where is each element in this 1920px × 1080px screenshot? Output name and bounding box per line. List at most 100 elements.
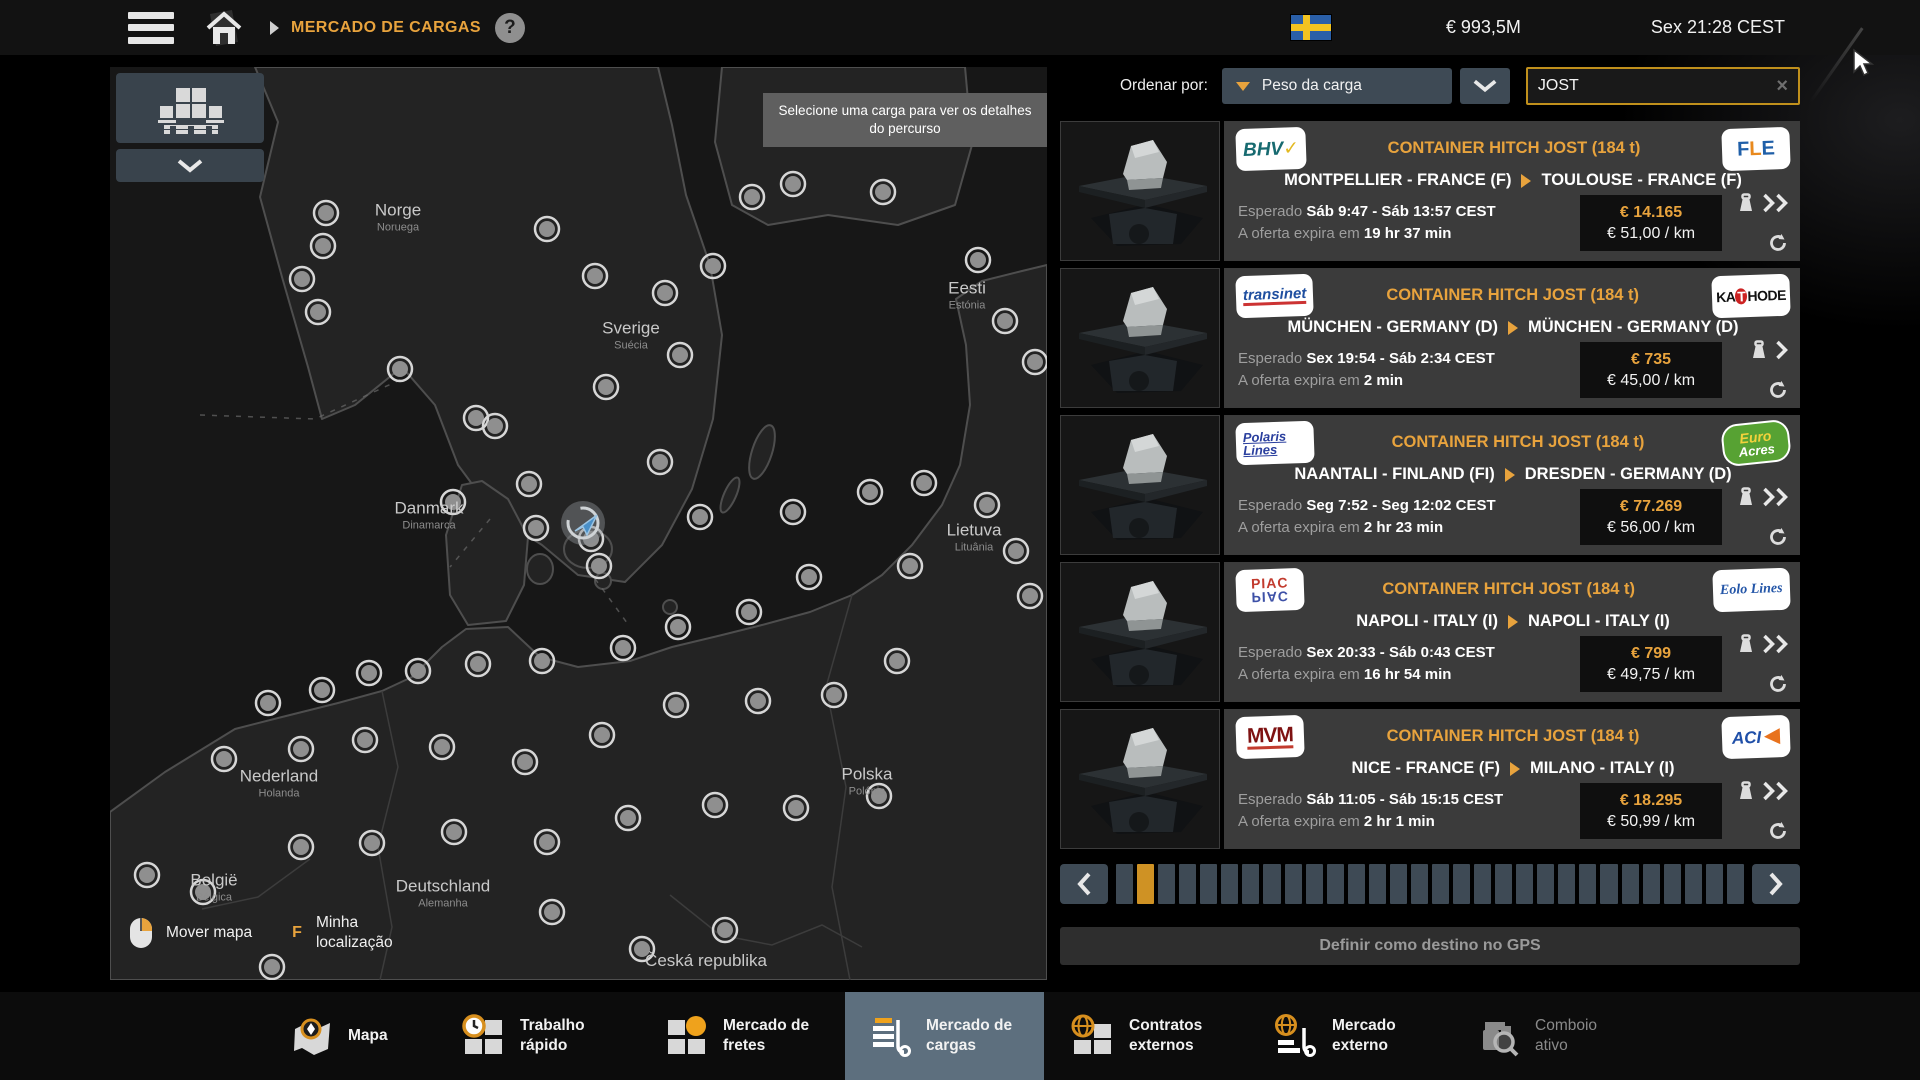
page-tile[interactable] xyxy=(1306,864,1323,904)
chevron-left-icon xyxy=(1075,871,1093,897)
cargo-panel: Ordenar por: Peso da carga × BHV✓ CONTAI… xyxy=(1060,67,1800,965)
page-tile[interactable] xyxy=(1242,864,1259,904)
game-screen: MERCADO DE CARGAS ? € 993,5M Sex 21:28 C… xyxy=(0,0,1920,1080)
search-input[interactable] xyxy=(1538,77,1776,95)
heavy-cargo-icon xyxy=(1749,340,1769,360)
page-tile[interactable] xyxy=(1348,864,1365,904)
page-tile[interactable] xyxy=(1369,864,1386,904)
page-tile[interactable] xyxy=(1116,864,1133,904)
my-location-label: Minha localização xyxy=(316,913,426,952)
page-tile[interactable] xyxy=(1685,864,1702,904)
mouse-cursor xyxy=(1852,48,1876,78)
nav-item-external-contracts[interactable]: Contratos externos xyxy=(1048,992,1247,1080)
client-logo: EuroAcres xyxy=(1722,420,1790,464)
trailer-filter-button[interactable] xyxy=(116,73,264,143)
page-tile[interactable] xyxy=(1411,864,1428,904)
price-box: € 77.269 € 56,00 / km xyxy=(1580,489,1722,545)
price: € 18.295 xyxy=(1620,792,1682,810)
expected-time: Sáb 11:05 - Sáb 15:15 CEST xyxy=(1306,791,1503,808)
nav-item-quick-job[interactable]: Trabalho rápido xyxy=(439,992,638,1080)
company-logo: MVM xyxy=(1237,716,1302,756)
sort-dropdown[interactable]: Peso da carga xyxy=(1222,68,1452,104)
urgency-chevrons-icon xyxy=(1762,634,1788,654)
page-tile[interactable] xyxy=(1158,864,1175,904)
active-convoy-icon xyxy=(1476,1014,1522,1058)
home-icon[interactable] xyxy=(202,8,246,48)
company-logo: BHV✓ xyxy=(1237,128,1304,168)
clear-search-icon[interactable]: × xyxy=(1776,75,1788,98)
my-location-key: F xyxy=(292,924,302,942)
europe-map[interactable]: Norge Noruega Sverige Suécia Danmark Din… xyxy=(110,67,1047,980)
route-arrow-icon xyxy=(1508,615,1518,629)
company-logo: PIACPIAC xyxy=(1237,569,1302,609)
page-tile[interactable] xyxy=(1706,864,1723,904)
page-tile[interactable] xyxy=(1474,864,1491,904)
container-hitch-image xyxy=(1061,416,1219,554)
cargo-list: BHV✓ CONTAINER HITCH JOST (184 t) FLE MO… xyxy=(1060,121,1800,849)
expected-label: Esperado xyxy=(1238,497,1302,514)
route-to: MILANO - ITALY (I) xyxy=(1530,759,1675,778)
cargo-card[interactable]: transinet CONTAINER HITCH JOST (184 t) K… xyxy=(1060,268,1800,408)
price: € 735 xyxy=(1631,351,1671,369)
menu-icon[interactable] xyxy=(128,12,174,44)
nav-item-freight-market[interactable]: Mercado de fretes xyxy=(642,992,841,1080)
page-tile[interactable] xyxy=(1537,864,1554,904)
route-arrow-icon xyxy=(1508,321,1518,335)
page-tile[interactable] xyxy=(1579,864,1596,904)
nav-item-map[interactable]: Mapa xyxy=(267,992,435,1080)
page-tile[interactable] xyxy=(1221,864,1238,904)
next-page-button[interactable] xyxy=(1752,864,1800,904)
price-box: € 14.165 € 51,00 / km xyxy=(1580,195,1722,251)
page-tile[interactable] xyxy=(1327,864,1344,904)
page-tile[interactable] xyxy=(1390,864,1407,904)
cargo-card[interactable]: BHV✓ CONTAINER HITCH JOST (184 t) FLE MO… xyxy=(1060,121,1800,261)
client-logo: FLE xyxy=(1723,128,1788,168)
recurring-offer-icon xyxy=(1768,821,1788,841)
page-tile[interactable] xyxy=(1664,864,1681,904)
sort-expand-button[interactable] xyxy=(1460,68,1510,104)
page-tile[interactable] xyxy=(1263,864,1280,904)
price-box: € 735 € 45,00 / km xyxy=(1580,342,1722,398)
price-box: € 18.295 € 50,99 / km xyxy=(1580,783,1722,839)
company-logo: Polaris Lines xyxy=(1237,422,1312,463)
price-per-km: € 51,00 / km xyxy=(1607,225,1695,243)
nav-item-external-market[interactable]: Mercado externo xyxy=(1251,992,1450,1080)
prev-page-button[interactable] xyxy=(1060,864,1108,904)
page-tile[interactable] xyxy=(1495,864,1512,904)
page-tile[interactable] xyxy=(1453,864,1470,904)
page-tile[interactable] xyxy=(1727,864,1744,904)
page-tile[interactable] xyxy=(1622,864,1639,904)
page-tile[interactable] xyxy=(1200,864,1217,904)
page-tile[interactable] xyxy=(1285,864,1302,904)
chevron-right-icon xyxy=(1767,871,1785,897)
cargo-title: CONTAINER HITCH JOST (184 t) xyxy=(1304,139,1724,158)
expires-time: 2 min xyxy=(1364,372,1403,389)
page-tile[interactable] xyxy=(1137,864,1154,904)
cargo-title: CONTAINER HITCH JOST (184 t) xyxy=(1311,286,1714,305)
expires-time: 19 hr 37 min xyxy=(1364,225,1452,242)
page-tile[interactable] xyxy=(1516,864,1533,904)
route-to: NAPOLI - ITALY (I) xyxy=(1528,612,1670,631)
map-filter-collapse-button[interactable] xyxy=(116,149,264,182)
heavy-cargo-icon xyxy=(1736,781,1756,801)
sort-label: Ordenar por: xyxy=(1120,77,1208,95)
cargo-card[interactable]: Polaris Lines CONTAINER HITCH JOST (184 … xyxy=(1060,415,1800,555)
page-tile[interactable] xyxy=(1432,864,1449,904)
expires-label: A oferta expira em xyxy=(1238,666,1360,683)
cargo-title: CONTAINER HITCH JOST (184 t) xyxy=(1302,727,1724,746)
set-gps-destination-button[interactable]: Definir como destino no GPS xyxy=(1060,927,1800,965)
external-market-icon xyxy=(1273,1014,1319,1058)
nav-item-cargo-market[interactable]: Mercado de cargas xyxy=(845,992,1044,1080)
expires-label: A oferta expira em xyxy=(1238,225,1360,242)
price: € 799 xyxy=(1631,645,1671,663)
cargo-card[interactable]: PIACPIAC CONTAINER HITCH JOST (184 t) Eo… xyxy=(1060,562,1800,702)
page-tile[interactable] xyxy=(1600,864,1617,904)
map-controls: Mover mapa F Minha localização xyxy=(130,913,426,952)
page-tile[interactable] xyxy=(1558,864,1575,904)
sort-value: Peso da carga xyxy=(1262,77,1362,95)
cargo-card[interactable]: MVM CONTAINER HITCH JOST (184 t) ACI NIC… xyxy=(1060,709,1800,849)
page-tile[interactable] xyxy=(1179,864,1196,904)
page-tile[interactable] xyxy=(1643,864,1660,904)
search-box[interactable]: × xyxy=(1526,67,1800,105)
help-icon[interactable]: ? xyxy=(495,13,525,43)
